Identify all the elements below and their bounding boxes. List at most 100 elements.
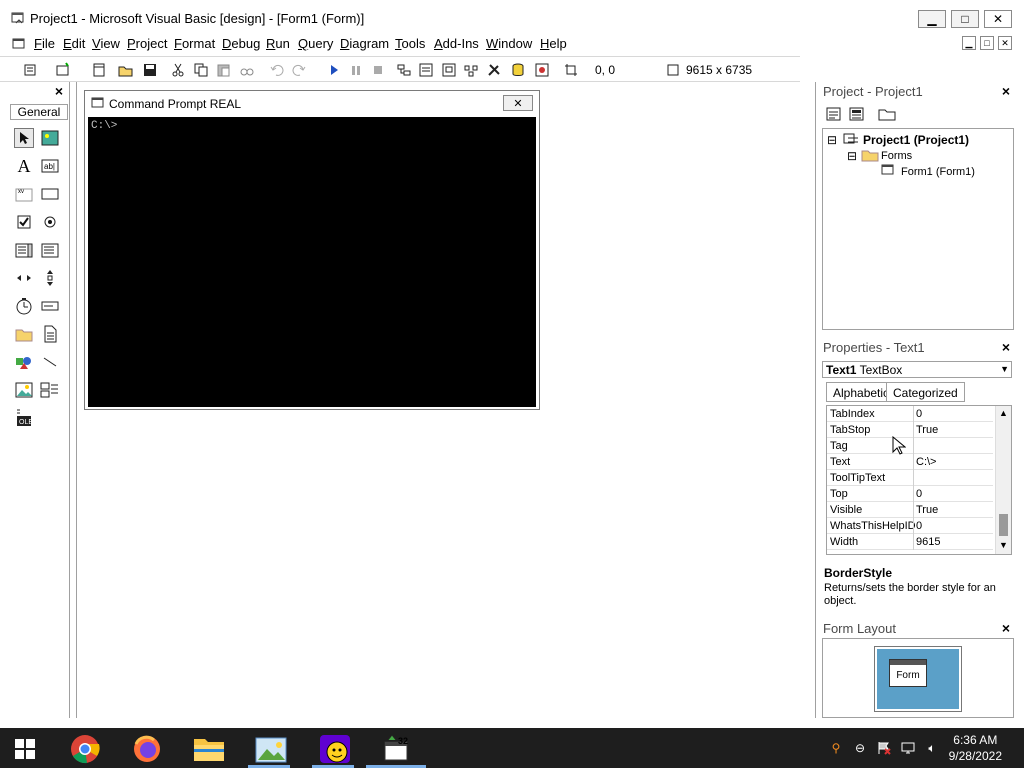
firefox-icon[interactable] xyxy=(130,732,164,766)
add-project-icon[interactable] xyxy=(22,61,40,79)
property-value[interactable]: True xyxy=(916,504,938,516)
mdi-close-button[interactable]: ✕ xyxy=(998,36,1012,50)
tree-collapse-icon[interactable]: ⊟ xyxy=(847,149,857,163)
view-object-icon[interactable] xyxy=(848,106,866,125)
property-row[interactable]: Tag xyxy=(827,438,993,454)
menu-debug[interactable]: Debug xyxy=(222,36,260,51)
property-value[interactable]: 9615 xyxy=(916,536,940,548)
menu-run[interactable]: Run xyxy=(266,36,290,51)
view-code-icon[interactable] xyxy=(825,106,843,125)
project-panel-close-icon[interactable]: × xyxy=(999,83,1013,99)
menu-help[interactable]: Help xyxy=(540,36,567,51)
end-icon[interactable] xyxy=(369,61,387,79)
object-selector[interactable]: Text1 TextBox ▼ xyxy=(822,361,1012,378)
add-form-icon[interactable] xyxy=(54,61,72,79)
pointer-tool-icon[interactable] xyxy=(14,128,34,148)
menu-project[interactable]: Project xyxy=(127,36,167,51)
break-icon[interactable] xyxy=(347,61,365,79)
menu-view[interactable]: View xyxy=(92,36,120,51)
toolbox-icon[interactable] xyxy=(485,61,503,79)
image-viewer-icon[interactable] xyxy=(254,732,288,766)
checkbox-tool-icon[interactable] xyxy=(14,212,34,232)
menu-format[interactable]: Format xyxy=(174,36,215,51)
find-icon[interactable] xyxy=(238,61,256,79)
textbox-tool-icon[interactable]: ab| xyxy=(40,156,60,176)
property-row[interactable]: TabIndex 0 xyxy=(827,406,993,422)
toolbox-tab-general[interactable]: General xyxy=(10,104,68,120)
tree-forms-folder[interactable]: Forms xyxy=(881,150,912,162)
mdi-minimize-button[interactable]: ▁ xyxy=(962,36,976,50)
layout-form-preview[interactable]: Form xyxy=(889,659,927,687)
filelistbox-tool-icon[interactable] xyxy=(40,324,60,344)
property-row[interactable]: WhatsThisHelpID 0 xyxy=(827,518,993,534)
menu-add-ins[interactable]: Add-Ins xyxy=(434,36,479,51)
toggle-folders-icon[interactable] xyxy=(878,106,896,125)
start-icon[interactable] xyxy=(325,61,343,79)
property-value[interactable]: 0 xyxy=(916,408,922,420)
menu-diagram[interactable]: Diagram xyxy=(340,36,389,51)
properties-scrollbar[interactable]: ▲ ▼ xyxy=(995,406,1011,554)
picturebox-tool-icon[interactable] xyxy=(40,128,60,148)
undo-icon[interactable] xyxy=(268,61,286,79)
tree-collapse-icon[interactable]: ⊟ xyxy=(827,133,837,147)
property-value[interactable]: 0 xyxy=(916,520,922,532)
image-tool-icon[interactable] xyxy=(14,380,34,400)
mdi-form-icon[interactable] xyxy=(12,37,26,54)
property-row[interactable]: Width 9615 xyxy=(827,534,993,550)
commandbutton-tool-icon[interactable] xyxy=(40,184,60,204)
property-value[interactable]: C:\> xyxy=(916,456,936,468)
timer-tool-icon[interactable] xyxy=(14,296,34,316)
do-not-disturb-icon[interactable]: ⊖ xyxy=(852,740,868,756)
copy-icon[interactable] xyxy=(192,61,210,79)
object-browser-icon[interactable] xyxy=(462,61,480,79)
combobox-tool-icon[interactable] xyxy=(14,240,34,260)
open-project-icon[interactable] xyxy=(117,61,135,79)
property-row[interactable]: Top 0 xyxy=(827,486,993,502)
hscrollbar-tool-icon[interactable] xyxy=(14,268,34,288)
tree-form1-item[interactable]: Form1 (Form1) xyxy=(901,166,975,178)
drivelistbox-tool-icon[interactable] xyxy=(40,296,60,316)
menu-window[interactable]: Window xyxy=(486,36,532,51)
property-row[interactable]: ToolTipText xyxy=(827,470,993,486)
system-clock[interactable]: 6:36 AM 9/28/2022 xyxy=(949,732,1002,764)
scroll-down-icon[interactable]: ▼ xyxy=(999,540,1008,550)
visual-component-manager-icon[interactable] xyxy=(533,61,551,79)
chevron-down-icon[interactable]: ▼ xyxy=(1000,364,1009,374)
chrome-icon[interactable] xyxy=(68,732,102,766)
form-layout-close-icon[interactable]: × xyxy=(999,620,1013,636)
redo-icon[interactable] xyxy=(290,61,308,79)
text1-textbox[interactable]: C:\> xyxy=(88,117,536,407)
tree-project-root[interactable]: Project1 (Project1) xyxy=(863,133,969,147)
maximize-button[interactable]: □ xyxy=(951,10,979,28)
property-value[interactable]: 0 xyxy=(916,488,922,500)
paste-icon[interactable] xyxy=(215,61,233,79)
menu-editor-icon[interactable] xyxy=(90,61,108,79)
file-explorer-icon[interactable] xyxy=(192,732,226,766)
menu-file[interactable]: File xyxy=(34,36,55,51)
form1-designer[interactable]: Command Prompt REAL ✕ C:\> xyxy=(84,90,540,410)
network-icon[interactable] xyxy=(900,740,916,756)
label-tool-icon[interactable]: A xyxy=(14,156,34,176)
properties-panel-close-icon[interactable]: × xyxy=(999,339,1013,355)
property-row[interactable]: Visible True xyxy=(827,502,993,518)
data-tool-icon[interactable] xyxy=(40,380,60,400)
form1-caption-bar[interactable]: Command Prompt REAL ✕ xyxy=(85,91,539,115)
save-project-icon[interactable] xyxy=(141,61,159,79)
menu-tools[interactable]: Tools xyxy=(395,36,425,51)
shape-tool-icon[interactable] xyxy=(14,352,34,372)
vb6-taskbar-icon[interactable]: 32 xyxy=(380,732,414,766)
project-explorer-icon[interactable] xyxy=(395,61,413,79)
notification-flag-icon[interactable] xyxy=(876,740,892,756)
frame-tool-icon[interactable]: xv xyxy=(14,184,34,204)
cut-icon[interactable] xyxy=(169,61,187,79)
tab-categorized[interactable]: Categorized xyxy=(886,382,965,402)
close-button[interactable]: ✕ xyxy=(984,10,1012,28)
minimize-button[interactable]: ▁ xyxy=(918,10,946,28)
form1-close-button[interactable]: ✕ xyxy=(503,95,533,111)
mdi-restore-button[interactable]: □ xyxy=(980,36,994,50)
property-row[interactable]: Text C:\> xyxy=(827,454,993,470)
menu-edit[interactable]: Edit xyxy=(63,36,85,51)
yahoo-messenger-icon[interactable] xyxy=(318,732,352,766)
vscrollbar-tool-icon[interactable] xyxy=(40,268,60,288)
optionbutton-tool-icon[interactable] xyxy=(40,212,60,232)
